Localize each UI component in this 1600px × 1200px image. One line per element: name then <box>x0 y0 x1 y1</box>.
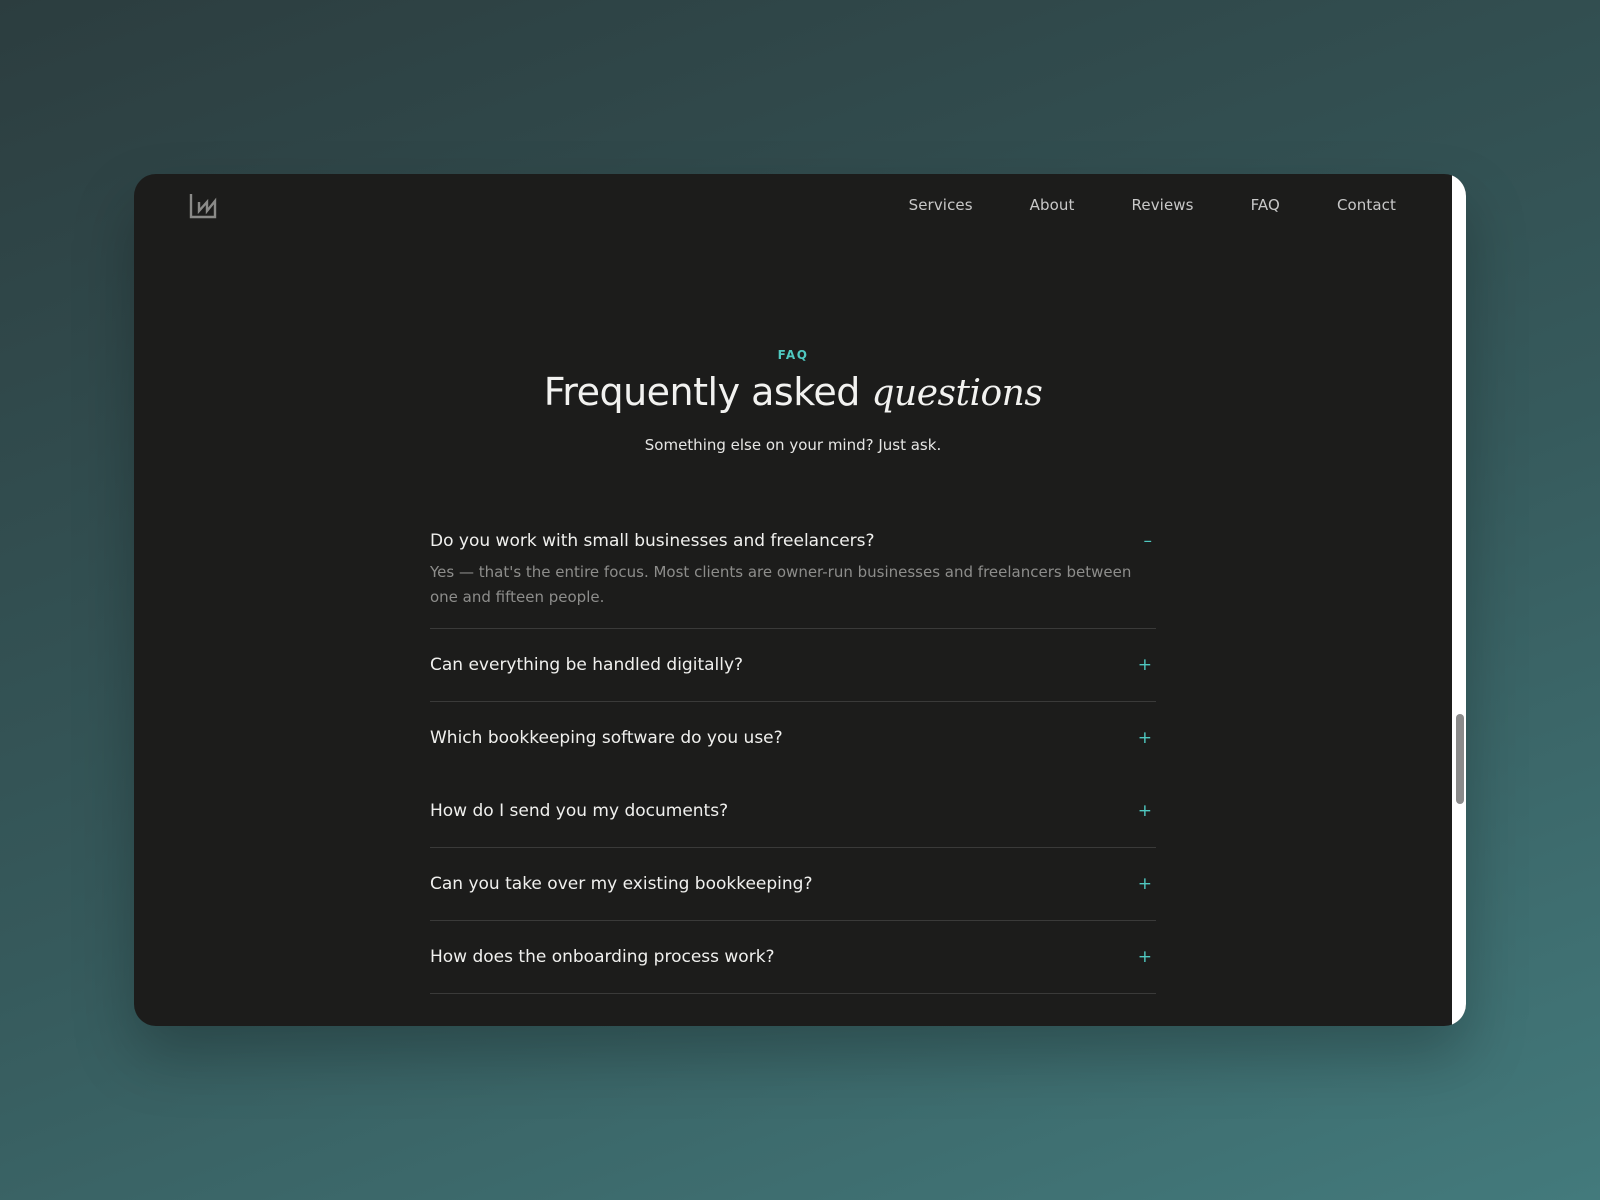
faq-question: How does the onboarding process work? <box>430 947 775 967</box>
faq-question-row[interactable]: How does the onboarding process work? + <box>430 921 1156 993</box>
faq-question-row[interactable]: How do I send you my documents? + <box>430 775 1156 847</box>
bar-chart-logo-icon[interactable] <box>188 190 218 220</box>
faq-question: Can everything be handled digitally? <box>430 655 744 675</box>
faq-question: Which bookkeeping software do you use? <box>430 728 783 748</box>
faq-question: Can you take over my existing bookkeepin… <box>430 874 813 894</box>
nav-links: Services About Reviews FAQ Contact <box>852 196 1396 214</box>
expand-icon[interactable]: + <box>1132 874 1156 894</box>
expand-icon[interactable]: + <box>1132 801 1156 821</box>
expand-icon[interactable]: + <box>1132 947 1156 967</box>
nav-link-contact[interactable]: Contact <box>1337 196 1396 214</box>
faq-item: Can everything be handled digitally? + <box>430 629 1156 702</box>
expand-icon[interactable]: + <box>1132 728 1156 748</box>
faq-item: Which bookkeeping software do you use? + <box>430 702 1156 775</box>
faq-item: Can you take over my existing bookkeepin… <box>430 848 1156 921</box>
expand-icon[interactable]: + <box>1132 655 1156 675</box>
nav-link-reviews[interactable]: Reviews <box>1132 196 1194 214</box>
faq-question-row[interactable]: Can you take over my existing bookkeepin… <box>430 848 1156 920</box>
browser-window: Services About Reviews FAQ Contact FAQ F… <box>134 174 1466 1026</box>
nav-link-faq[interactable]: FAQ <box>1251 196 1280 214</box>
section-eyebrow: FAQ <box>777 348 809 362</box>
faq-item: Do you work with small businesses and fr… <box>430 512 1156 629</box>
nav-link-services[interactable]: Services <box>909 196 973 214</box>
faq-answer: Yes — that's the entire focus. Most clie… <box>430 563 1132 606</box>
faq-question: Do you work with small businesses and fr… <box>430 531 875 551</box>
faq-question-row[interactable]: Can everything be handled digitally? + <box>430 629 1156 701</box>
section-subtitle: Something else on your mind? Just ask. <box>644 436 942 454</box>
section-title: Frequently asked questions <box>134 370 1452 414</box>
faq-question-row[interactable]: Which bookkeeping software do you use? + <box>430 702 1156 774</box>
collapse-icon[interactable]: – <box>1132 531 1156 551</box>
title-plain: Frequently asked <box>543 370 861 414</box>
faq-accordion: Do you work with small businesses and fr… <box>430 512 1156 994</box>
title-italic: questions <box>871 373 1043 414</box>
scrollbar-track[interactable] <box>1452 174 1466 1026</box>
faq-question: How do I send you my documents? <box>430 801 729 821</box>
nav-link-about[interactable]: About <box>1030 196 1075 214</box>
faq-question-row[interactable]: Do you work with small businesses and fr… <box>430 512 1156 560</box>
faq-item: How do I send you my documents? + <box>430 775 1156 848</box>
scrollbar-thumb[interactable] <box>1456 714 1464 804</box>
top-navigation: Services About Reviews FAQ Contact <box>134 174 1452 238</box>
faq-item: How does the onboarding process work? + <box>430 921 1156 994</box>
